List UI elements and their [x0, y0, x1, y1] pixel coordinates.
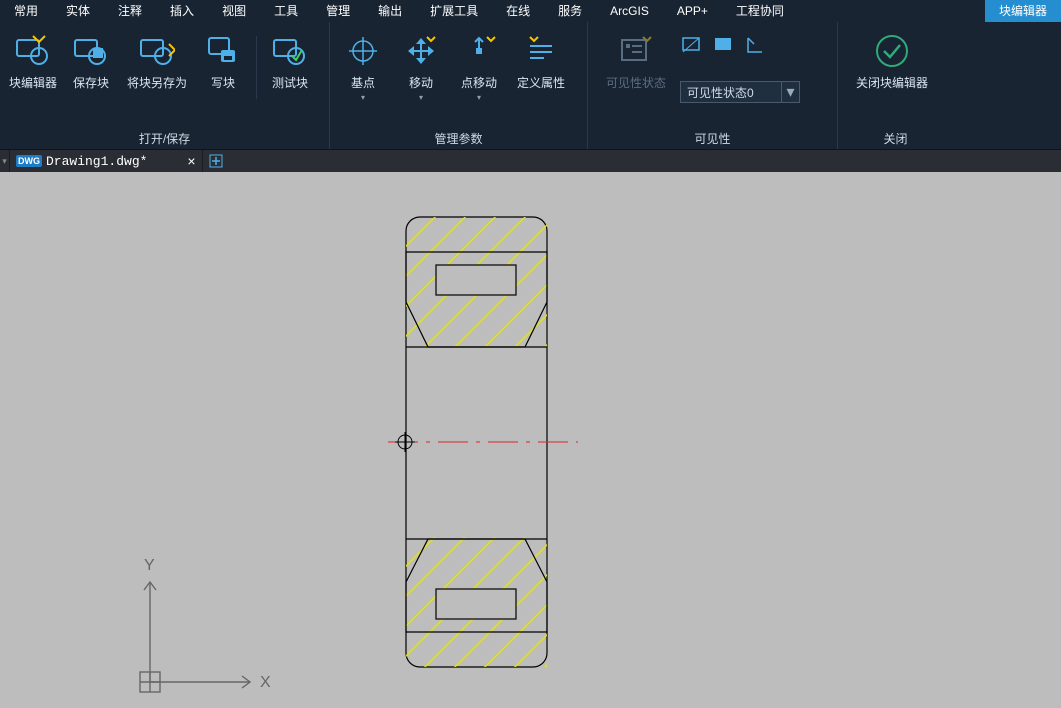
- separator: [256, 36, 257, 99]
- base-point-button[interactable]: 基点 ▾: [334, 28, 392, 114]
- visibility-state-label: 可见性状态: [606, 74, 666, 91]
- define-attr-button[interactable]: 定义属性: [508, 28, 574, 114]
- visibility-combo[interactable]: 可见性状态0 ▾: [680, 81, 800, 103]
- write-block-label: 写块: [211, 74, 235, 91]
- move-label: 移动: [409, 74, 433, 91]
- tab-online[interactable]: 在线: [492, 0, 544, 22]
- panel-open-save-title: 打开/保存: [0, 129, 329, 149]
- tab-eng-collab[interactable]: 工程协同: [722, 0, 798, 22]
- write-block-button[interactable]: 写块: [194, 28, 252, 114]
- tab-entity[interactable]: 实体: [52, 0, 104, 22]
- panel-visibility-title: 可见性: [588, 129, 837, 149]
- visibility-state-button: 可见性状态: [598, 28, 674, 114]
- visibility-toggle-b-icon[interactable]: [714, 36, 732, 54]
- base-point-label: 基点: [351, 74, 375, 91]
- save-block-button[interactable]: 保存块: [62, 28, 120, 114]
- tab-annotate[interactable]: 注释: [104, 0, 156, 22]
- point-move-label: 点移动: [461, 74, 497, 91]
- save-block-label: 保存块: [73, 74, 109, 91]
- dwg-badge-icon: DWG: [16, 155, 42, 167]
- close-block-editor-button[interactable]: 关闭块编辑器: [842, 28, 942, 114]
- ucs-x-label: X: [260, 674, 271, 691]
- visibility-combo-value: 可见性状态0: [681, 84, 781, 101]
- move-icon: [404, 28, 438, 74]
- doc-tab-handle[interactable]: ▾: [0, 150, 10, 172]
- panel-manage-params: 基点 ▾ 移动 ▾ 点移动 ▾ 定义属性: [330, 22, 588, 149]
- tab-block-editor[interactable]: 块编辑器: [985, 0, 1061, 22]
- panel-manage-params-title: 管理参数: [330, 129, 587, 149]
- block-editor-icon: [15, 28, 51, 74]
- tab-arcgis[interactable]: ArcGIS: [596, 0, 663, 22]
- visibility-toggle-c-icon[interactable]: [746, 36, 764, 54]
- document-tab[interactable]: DWG Drawing1.dwg* ×: [10, 150, 202, 172]
- ribbon: 块编辑器 保存块 将块另存为 写块: [0, 22, 1061, 150]
- dropdown-icon: ▾: [334, 93, 392, 102]
- tab-output[interactable]: 输出: [364, 0, 416, 22]
- dropdown-arrow-icon: ▾: [781, 82, 799, 102]
- save-block-as-button[interactable]: 将块另存为: [120, 28, 194, 114]
- dropdown-icon: ▾: [392, 93, 450, 102]
- tab-app-plus[interactable]: APP+: [663, 0, 722, 22]
- dropdown-icon: ▾: [450, 93, 508, 102]
- define-attr-icon: [524, 28, 558, 74]
- close-block-editor-label: 关闭块编辑器: [856, 74, 928, 91]
- save-block-icon: [73, 28, 109, 74]
- new-document-button[interactable]: [202, 150, 230, 172]
- save-block-as-icon: [139, 28, 175, 74]
- tab-ext-tools[interactable]: 扩展工具: [416, 0, 492, 22]
- tab-service[interactable]: 服务: [544, 0, 596, 22]
- close-check-icon: [872, 28, 912, 74]
- move-button[interactable]: 移动 ▾: [392, 28, 450, 114]
- menu-tab-strip: 常用 实体 注释 插入 视图 工具 管理 输出 扩展工具 在线 服务 ArcGI…: [0, 0, 1061, 22]
- test-block-icon: [272, 28, 308, 74]
- tab-tools[interactable]: 工具: [260, 0, 312, 22]
- block-editor-label: 块编辑器: [9, 74, 57, 91]
- document-tab-bar: ▾ DWG Drawing1.dwg* ×: [0, 150, 1061, 172]
- tab-view[interactable]: 视图: [208, 0, 260, 22]
- panel-close: 关闭块编辑器 关闭: [838, 22, 953, 149]
- visibility-toggle-a-icon[interactable]: [682, 36, 700, 54]
- panel-open-save: 块编辑器 保存块 将块另存为 写块: [0, 22, 330, 149]
- write-block-icon: [205, 28, 241, 74]
- test-block-label: 测试块: [272, 74, 308, 91]
- drawing-canvas[interactable]: X Y: [0, 172, 1061, 708]
- save-block-as-label: 将块另存为: [127, 74, 187, 91]
- define-attr-label: 定义属性: [517, 74, 565, 91]
- ucs-icon: X Y: [130, 552, 290, 702]
- point-move-button[interactable]: 点移动 ▾: [450, 28, 508, 114]
- panel-close-title: 关闭: [838, 129, 953, 149]
- tab-insert[interactable]: 插入: [156, 0, 208, 22]
- ucs-y-label: Y: [144, 557, 155, 574]
- visibility-state-icon: [618, 28, 654, 74]
- document-filename: Drawing1.dwg*: [46, 154, 147, 169]
- tab-manage[interactable]: 管理: [312, 0, 364, 22]
- test-block-button[interactable]: 测试块: [261, 28, 319, 114]
- block-editor-button[interactable]: 块编辑器: [4, 28, 62, 114]
- plus-icon: [209, 154, 223, 168]
- panel-visibility: 可见性状态 可见性状态0 ▾: [588, 22, 838, 149]
- document-close-icon[interactable]: ×: [187, 153, 195, 169]
- base-point-icon: [346, 28, 380, 74]
- point-move-icon: [462, 28, 496, 74]
- tab-common[interactable]: 常用: [0, 0, 52, 22]
